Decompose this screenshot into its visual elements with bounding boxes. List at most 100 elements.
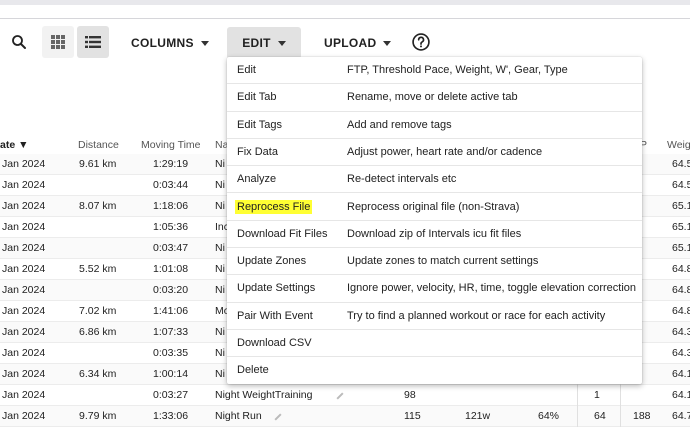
menu-item-label-text: Delete [237,364,269,377]
columns-button[interactable]: COLUMNS [119,27,221,59]
menu-item-description: Rename, move or delete active tab [347,91,518,104]
menu-item-label-text: Pair With Event [237,309,313,322]
menu-item-edit-tab[interactable]: Edit Tab Rename, move or delete active ta… [227,84,642,112]
menu-item-pair-with-event[interactable]: Pair With Event Try to find a planned wor… [227,303,642,330]
menu-item-label-text: Update Zones [237,255,307,268]
cell-c4: 1 [594,389,600,401]
header-distance[interactable]: Distance [78,139,119,151]
grid-icon [51,35,65,49]
search-button[interactable] [3,26,35,58]
menu-item-label: Pair With Event [237,310,313,322]
menu-item-label: Download CSV [237,337,312,349]
cell-name: Ni [215,242,225,254]
header-weight[interactable]: Weig [667,139,690,151]
menu-item-label-text: Edit Tab [237,91,277,104]
cell-date: Jan 2024 [2,200,46,212]
menu-item-label: Analyze [237,173,276,185]
cell-date: Jan 2024 [2,389,46,401]
menu-item-analyze[interactable]: Analyze Re-detect intervals etc [227,166,642,194]
cell-weight: 64.3 [672,326,690,338]
menu-item-label-text: Reprocess File [235,199,313,214]
menu-item-fix-data[interactable]: Fix Data Adjust power, heart rate and/or … [227,139,642,167]
menu-item-edit-tags[interactable]: Edit Tags Add and remove tags [227,112,642,139]
cell-moving-time: 0:03:44 [153,179,189,191]
cell-date: Jan 2024 [2,284,46,296]
cell-weight: 64.1 [672,368,690,380]
cell-weight: 64.8 [672,263,690,275]
cell-moving-time: 1:41:06 [153,305,189,317]
header-date[interactable]: ate ▼ [0,139,29,151]
table-row[interactable]: Jan 2024 9.79 km 1:33:06 Night Run 115 121w 64… [0,406,690,427]
menu-item-label: Reprocess File [235,199,313,214]
menu-item-delete[interactable]: Delete [227,357,642,384]
cell-moving-time: 1:00:14 [153,368,189,380]
header-moving-time[interactable]: Moving Time [141,139,201,151]
cell-date: Jan 2024 [2,326,46,338]
cell-weight: 64.5 [672,158,690,170]
edit-button[interactable]: EDIT [227,27,301,59]
cell-date: Jan 2024 [2,368,46,380]
cell-weight: 64.7 [672,410,690,422]
menu-item-label-text: Fix Data [237,145,278,158]
menu-item-label: Update Settings [237,282,315,294]
menu-item-description: Add and remove tags [347,118,452,131]
menu-item-label-text: Download Fit Files [237,227,328,240]
cell-name: Ni [215,179,225,191]
menu-item-label-text: Analyze [237,173,277,186]
cell-moving-time: 1:01:08 [153,263,189,275]
cell-c1: 115 [404,410,421,422]
upload-button[interactable]: UPLOAD [312,27,403,59]
cell-weight: 64.8 [672,305,690,317]
menu-item-download-fit-files[interactable]: Download Fit Files Download zip of Interv… [227,221,642,249]
column-divider [577,385,578,406]
menu-item-label-text: Update Settings [237,282,316,295]
cell-date: Jan 2024 [2,158,46,170]
menu-item-edit[interactable]: Edit FTP, Threshold Pace, Weight, W', Gea… [227,57,642,85]
caret-down-icon [277,40,286,46]
cell-name: Ni [215,200,225,212]
menu-item-update-zones[interactable]: Update Zones Update zones to match curren… [227,248,642,276]
cell-date: Jan 2024 [2,242,46,254]
cell-date: Jan 2024 [2,410,46,422]
cell-moving-time: 1:05:36 [153,221,189,233]
menu-item-reprocess-file[interactable]: Reprocess File Reprocess original file (n… [227,194,642,221]
help-button[interactable] [405,26,437,58]
table-row[interactable]: Jan 2024 0:03:27 Night WeightTraining 98 1 64… [0,385,690,406]
cell-weight: 65.1 [672,221,690,233]
cell-moving-time: 0:03:35 [153,347,189,359]
menu-item-update-settings[interactable]: Update Settings Ignore power, velocity, H… [227,275,642,303]
caret-down-icon [383,40,392,46]
list-view-button[interactable] [77,26,109,58]
cell-moving-time: 1:29:19 [153,158,189,170]
menu-item-download-csv[interactable]: Download CSV [227,330,642,358]
cell-name: Ni [215,158,225,170]
menu-item-description: Update zones to match current settings [347,255,539,268]
cell-date: Jan 2024 [2,305,46,317]
cell-distance: 5.52 km [79,263,117,275]
menu-item-label: Fix Data [237,146,278,158]
cell-name: Night Run [215,410,262,422]
menu-item-label-text: Edit [237,64,256,76]
pencil-icon[interactable] [274,413,282,421]
cell-moving-time: 1:07:33 [153,326,189,338]
menu-item-label: Edit [237,64,256,76]
grid-view-button[interactable] [42,26,74,58]
pencil-icon[interactable] [336,392,344,400]
menu-item-label: Update Zones [237,255,306,267]
cell-name: Ni [215,284,225,296]
cell-c2: 121w [465,410,491,422]
cell-date: Jan 2024 [2,221,46,233]
cell-distance: 6.34 km [79,368,117,380]
menu-item-description: Try to find a planned workout or race fo… [347,309,606,322]
cell-weight: 64.8 [672,284,690,296]
menu-item-description: Reprocess original file (non-Strava) [347,200,520,213]
upload-label: UPLOAD [324,36,377,50]
cell-c5: 188 [633,410,651,422]
caret-down-icon [200,40,209,46]
cell-c3: 64% [538,410,560,422]
cell-date: Jan 2024 [2,179,46,191]
cell-c1: 98 [404,389,416,401]
cell-moving-time: 0:03:27 [153,389,189,401]
cell-moving-time: 1:18:06 [153,200,189,212]
cell-weight: 64.3 [672,347,690,359]
